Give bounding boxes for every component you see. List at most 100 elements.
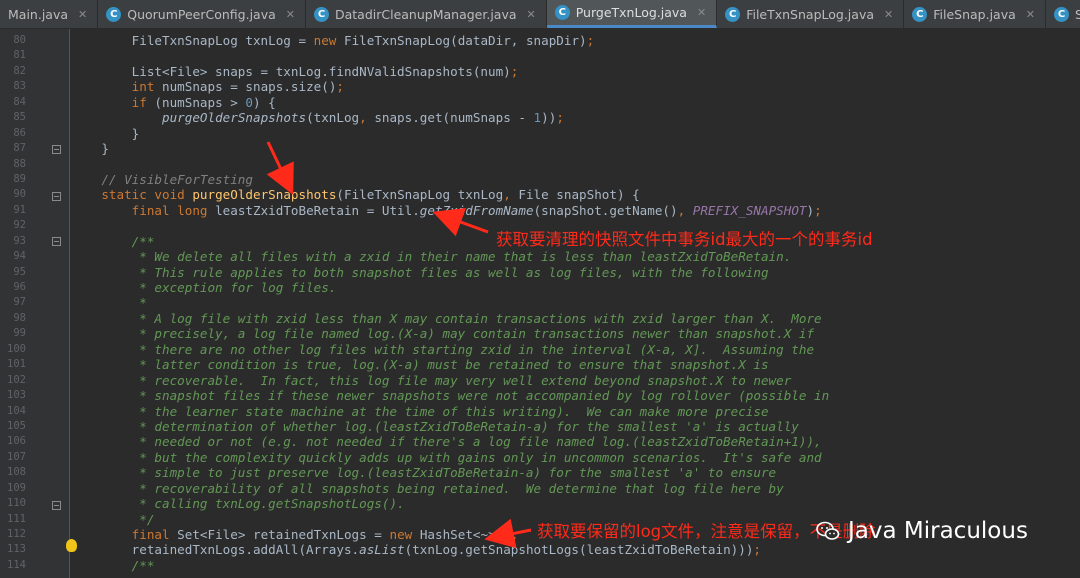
line-number: 112 xyxy=(7,528,26,540)
code-token: ) { xyxy=(253,94,276,110)
code-line: retainedTxnLogs.addAll(Arrays.asList(txn… xyxy=(71,542,1080,557)
code-token: * recoverability of all snapshots being … xyxy=(71,480,784,496)
code-token: ) xyxy=(806,202,815,218)
fold-marker-icon[interactable] xyxy=(52,501,61,510)
line-number: 109 xyxy=(7,481,26,494)
code-token: retainedTxnLogs.addAll(Arrays. xyxy=(71,542,360,558)
class-icon: C xyxy=(912,6,928,22)
code-token: if xyxy=(131,94,155,110)
line-number: 104 xyxy=(7,404,26,417)
fold-marker-icon[interactable] xyxy=(52,192,61,201)
line-number: 114 xyxy=(7,558,26,571)
code-token: , xyxy=(677,202,693,218)
close-icon[interactable]: ✕ xyxy=(527,8,536,21)
code-token: * latter condition is true, log.(X-a) mu… xyxy=(71,357,769,373)
line-number: 80 xyxy=(13,34,26,46)
line-number: 88 xyxy=(13,157,26,170)
code-line: * calling txnLog.getSnapshotLogs(). xyxy=(71,496,1080,511)
close-icon[interactable]: ✕ xyxy=(286,8,295,21)
code-token: HashSet<~>() xyxy=(419,527,511,542)
line-number: 110 xyxy=(7,497,26,510)
line-number: 84 xyxy=(13,95,26,108)
code-line: * recoverable. In fact, this log file ma… xyxy=(71,373,1080,388)
code-token: new xyxy=(389,527,420,542)
code-line: * but the complexity quickly adds up wit… xyxy=(71,450,1080,465)
fold-marker-icon[interactable] xyxy=(52,237,61,246)
code-token: * determination of whether log.(leastZxi… xyxy=(71,418,799,434)
code-editor[interactable]: FileTxnSnapLog txnLog = new FileTxnSnapL… xyxy=(71,29,1080,578)
code-token: ; xyxy=(556,110,564,126)
line-number: 103 xyxy=(7,389,26,402)
code-token: * simple to just preserve log.(leastZxid… xyxy=(71,465,777,481)
tab-4[interactable]: C FileTxnSnapLog.java ✕ xyxy=(717,0,905,28)
code-token: , xyxy=(359,110,375,126)
code-line: List<File> snaps = txnLog.findNValidSnap… xyxy=(71,64,1080,79)
line-number: 83 xyxy=(13,80,26,93)
code-token: /** xyxy=(71,557,155,573)
code-line: * the learner state machine at the time … xyxy=(71,404,1080,419)
class-icon: C xyxy=(1054,6,1069,22)
code-token: ; xyxy=(336,79,344,95)
code-token: * We delete all files with a zxid in the… xyxy=(71,249,792,265)
fold-marker-icon[interactable] xyxy=(52,145,61,154)
line-number: 90 xyxy=(13,188,26,201)
tab-2[interactable]: C DatadirCleanupManager.java ✕ xyxy=(306,0,547,28)
line-number: 102 xyxy=(7,373,26,386)
line-number: 82 xyxy=(13,64,26,77)
line-numbers: 80 81 82 83 84 85 86 87 88 89 90 91 92 93 94 95 96 97 98 99… xyxy=(0,33,28,573)
line-number: 81 xyxy=(13,49,26,62)
tab-label: FileSnap.java xyxy=(933,6,1016,22)
code-line: } xyxy=(71,126,1080,141)
code-token: * xyxy=(71,295,147,311)
code-token: purgeOlderSnapshots xyxy=(162,110,307,126)
code-token: * exception for log files. xyxy=(71,280,337,295)
code-token: ; xyxy=(753,542,761,558)
line-number-gutter: 80 81 82 83 84 85 86 87 88 89 90 91 92 93 94 95 96 97 98 99… xyxy=(0,29,70,578)
line-number: 96 xyxy=(13,281,26,293)
watermark-text: Java Miraculous xyxy=(848,518,1028,544)
code-token: * but the complexity quickly adds up wit… xyxy=(71,449,822,465)
code-token: )) xyxy=(541,110,557,126)
code-token: * the learner state machine at the time … xyxy=(71,403,769,419)
close-icon[interactable]: ✕ xyxy=(1026,8,1035,21)
tab-3[interactable]: C PurgeTxnLog.java ✕ xyxy=(546,0,718,28)
code-line: * xyxy=(71,295,1080,310)
line-number: 101 xyxy=(7,358,26,371)
tab-1[interactable]: C QuorumPeerConfig.java ✕ xyxy=(98,0,306,28)
lightbulb-icon[interactable] xyxy=(66,539,77,552)
code-token: /** xyxy=(71,233,155,249)
line-number: 113 xyxy=(7,543,26,556)
tab-6[interactable]: CSnapStream.java✕ xyxy=(1046,0,1080,28)
close-icon[interactable]: ✕ xyxy=(697,6,706,19)
line-number: 108 xyxy=(7,466,26,479)
code-token: (FileTxnSnapLog txnLog xyxy=(336,187,504,203)
code-token: * recoverable. In fact, this log file ma… xyxy=(71,372,792,388)
code-token: (snapShot.getName() xyxy=(533,202,678,218)
close-icon[interactable]: ✕ xyxy=(78,8,87,21)
line-number: 106 xyxy=(7,435,26,448)
code-token: File snapShot) { xyxy=(518,187,640,203)
class-icon: C xyxy=(725,6,741,22)
code-line: purgeOlderSnapshots(txnLog, snaps.get(nu… xyxy=(71,110,1080,125)
code-token: (txnLog xyxy=(306,110,360,126)
code-token: asList xyxy=(359,542,405,558)
tab-label: Main.java xyxy=(8,6,69,22)
code-token: ; xyxy=(510,63,519,79)
code-line: * needed or not (e.g. not needed if ther… xyxy=(71,434,1080,449)
close-icon[interactable]: ✕ xyxy=(884,8,893,21)
code-token: (numSnaps > xyxy=(154,94,246,110)
code-token: // VisibleForTesting xyxy=(71,171,253,187)
watermark: Java Miraculous xyxy=(816,518,1028,544)
code-line: int numSnaps = snaps.size(); xyxy=(71,79,1080,94)
code-token: PREFIX_SNAPSHOT xyxy=(692,202,807,218)
tab-5[interactable]: C FileSnap.java ✕ xyxy=(904,0,1046,28)
code-token: purgeOlderSnapshots xyxy=(192,187,337,203)
tab-0[interactable]: Main.java ✕ xyxy=(0,0,99,28)
code-line: * precisely, a log file named log.(X-a) … xyxy=(71,326,1080,341)
